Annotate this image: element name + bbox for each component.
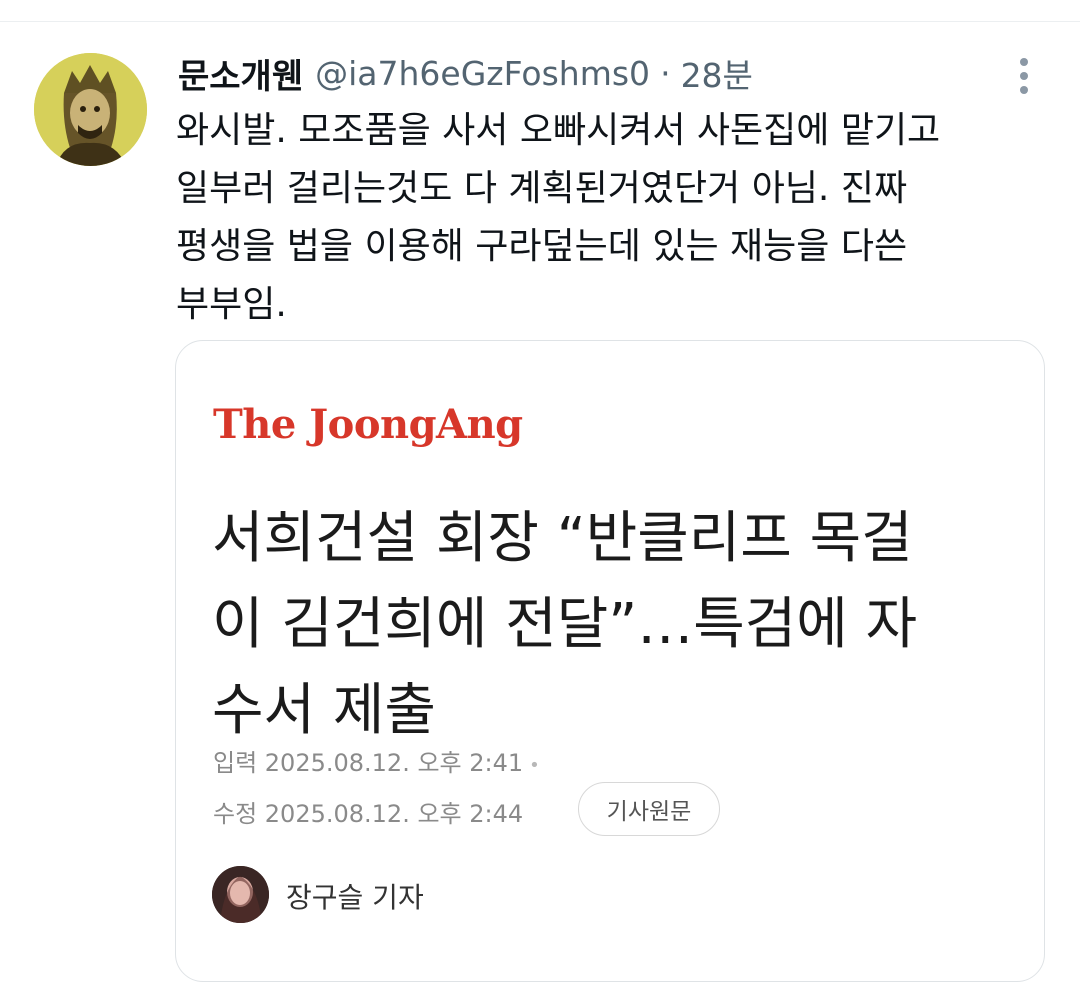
tweet-text-line: 부부임.: [176, 284, 287, 325]
tweet-text-line: 와시발. 모조품을 사서 오빠시켜서 사돈집에 맡기고: [176, 110, 941, 151]
tweet-text-line: 평생을 법을 이용해 구라덮는데 있는 재능을 다쓴: [176, 226, 908, 267]
user-avatar[interactable]: [34, 53, 147, 166]
user-handle[interactable]: @ia7h6eGzFoshms0: [315, 54, 650, 93]
reporter-avatar: [212, 866, 269, 923]
more-vertical-icon[interactable]: [1012, 56, 1036, 96]
tweet-text: 와시발. 모조품을 사서 오빠시켜서 사돈집에 맡기고 일부러 걸리는것도 다 …: [176, 102, 1036, 334]
headline-line: 수서 제출: [212, 678, 436, 743]
published-date: 입력 2025.08.12. 오후 2:41 •: [213, 743, 540, 778]
publisher-logo: The JoongAng: [213, 401, 523, 448]
modified-date: 수정 2025.08.12. 오후 2:44: [213, 800, 524, 828]
tweet-header: 문소개웬 @ia7h6eGzFoshms0 · 28분: [178, 48, 753, 98]
tweet-text-line: 일부러 걸리는것도 다 계획된거였단거 아님. 진짜: [176, 168, 908, 209]
headline-line: 이 김건희에 전달”…특검에 자: [212, 592, 918, 657]
timestamp[interactable]: 28분: [681, 49, 753, 97]
headline-line: 서희건설 회장 “반클리프 목걸: [212, 506, 913, 571]
display-name[interactable]: 문소개웬: [178, 49, 303, 98]
meta-separator: •: [529, 755, 540, 776]
published-text: 입력 2025.08.12. 오후 2:41: [213, 749, 524, 777]
original-article-button[interactable]: 기사원문: [578, 782, 720, 836]
separator-dot: ·: [660, 53, 671, 93]
top-divider: [0, 21, 1080, 22]
article-headline: 서희건설 회장 “반클리프 목걸 이 김건희에 전달”…특검에 자 수서 제출: [212, 496, 1012, 754]
reporter-name[interactable]: 장구슬 기자: [286, 876, 424, 916]
